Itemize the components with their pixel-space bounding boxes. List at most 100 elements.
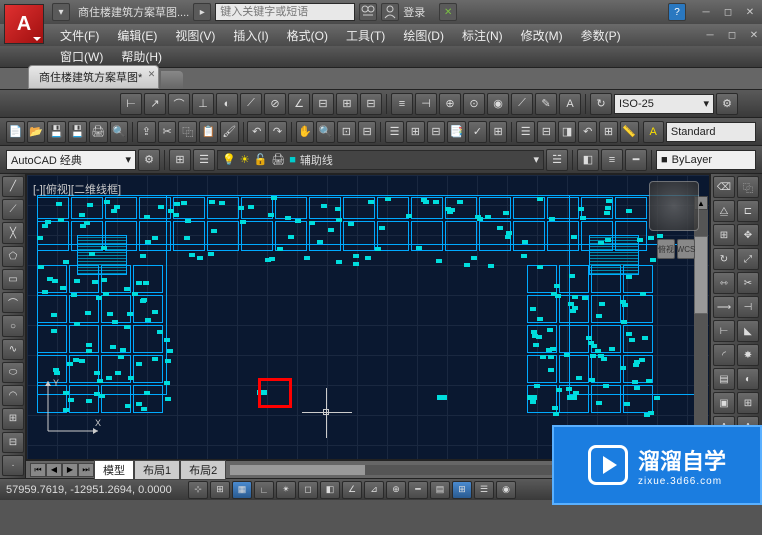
table-icon[interactable]: ⊞: [737, 392, 759, 414]
bylayer-dropdown[interactable]: ■ ByLayer: [656, 150, 756, 170]
menu-param[interactable]: 参数(P): [573, 25, 629, 46]
erase-icon[interactable]: ⌫: [713, 176, 735, 198]
layer-state-icon[interactable]: ⊟: [537, 121, 556, 143]
rectangle-icon[interactable]: ▭: [2, 269, 24, 290]
offset-icon[interactable]: ⊏: [737, 200, 759, 222]
linetype-icon[interactable]: ≡: [601, 149, 623, 171]
qat-dropdown[interactable]: ▾: [52, 3, 70, 21]
design-center-icon[interactable]: ⊞: [406, 121, 425, 143]
layout-prev-icon[interactable]: ◀: [46, 463, 62, 477]
text-style-dropdown[interactable]: Standard: [666, 122, 756, 142]
dim-radius-icon[interactable]: ◐: [216, 93, 238, 115]
workspace-dropdown[interactable]: AutoCAD 经典▾: [6, 150, 136, 170]
am-icon[interactable]: ◉: [496, 481, 516, 499]
quickcalc-icon[interactable]: ⊞: [489, 121, 508, 143]
join-icon[interactable]: ⊢: [713, 320, 735, 342]
dim-aligned-icon[interactable]: ↗: [144, 93, 166, 115]
layer-filter-icon[interactable]: ⊞: [169, 149, 191, 171]
undo-icon[interactable]: ↶: [247, 121, 266, 143]
color-control-icon[interactable]: ◧: [577, 149, 599, 171]
text-style-icon[interactable]: A: [643, 121, 664, 143]
centermark-icon[interactable]: ⊙: [463, 93, 485, 115]
dim-style-manager-icon[interactable]: ⚙: [716, 93, 738, 115]
fillet-icon[interactable]: ◜: [713, 344, 735, 366]
properties-icon[interactable]: ☰: [385, 121, 404, 143]
mirror-icon[interactable]: ⧋: [713, 200, 735, 222]
stretch-icon[interactable]: ⇿: [713, 272, 735, 294]
dim-angular-icon[interactable]: ∠: [288, 93, 310, 115]
login-icon[interactable]: [381, 3, 399, 21]
menu-file[interactable]: 文件(F): [52, 25, 107, 46]
polar-icon[interactable]: ✴: [276, 481, 296, 499]
tolerance-icon[interactable]: ⊕: [439, 93, 461, 115]
saveas-icon[interactable]: 💾: [68, 121, 87, 143]
drawing-canvas[interactable]: [-][俯视][二维线框] /*placeholder*/ 俯视 WCS X: [26, 174, 710, 460]
menu-draw[interactable]: 绘图(D): [395, 25, 452, 46]
dim-arc-icon[interactable]: ⌒: [168, 93, 190, 115]
layer-prop-icon[interactable]: ☰: [516, 121, 535, 143]
ellipse-icon[interactable]: ⬭: [2, 362, 24, 383]
menu-edit[interactable]: 编辑(E): [109, 25, 165, 46]
nav-wcs[interactable]: WCS: [677, 239, 695, 259]
snap-icon[interactable]: ⊞: [210, 481, 230, 499]
menu-insert[interactable]: 插入(I): [225, 25, 276, 46]
layer-match-icon[interactable]: ☱: [546, 149, 568, 171]
cut-icon[interactable]: ✂: [158, 121, 177, 143]
dim-style-dropdown[interactable]: ISO-25▾: [614, 94, 714, 114]
doc-restore-button[interactable]: ◻: [724, 28, 740, 42]
menu-view[interactable]: 视图(V): [167, 25, 223, 46]
insert-block-icon[interactable]: ⊞: [2, 408, 24, 429]
tab-layout2[interactable]: 布局2: [180, 460, 226, 480]
dim-text-edit-icon[interactable]: A: [559, 93, 581, 115]
rotate-icon[interactable]: ↻: [713, 248, 735, 270]
ellipse-arc-icon[interactable]: ◠: [2, 385, 24, 406]
block-icon[interactable]: ⊞: [599, 121, 618, 143]
hscroll-thumb[interactable]: [230, 465, 364, 475]
polygon-icon[interactable]: ⬠: [2, 246, 24, 267]
login-label[interactable]: 登录: [403, 4, 425, 20]
line-icon[interactable]: ╱: [2, 176, 24, 197]
make-block-icon[interactable]: ⊟: [2, 432, 24, 453]
layer-manager-icon[interactable]: ☰: [193, 149, 215, 171]
polyline-icon[interactable]: ⟋: [2, 199, 24, 220]
dim-continue-icon[interactable]: ⊟: [360, 93, 382, 115]
spline-icon[interactable]: ∿: [2, 339, 24, 360]
dim-ordinate-icon[interactable]: ⊥: [192, 93, 214, 115]
array-icon[interactable]: ⊞: [713, 224, 735, 246]
save-icon[interactable]: 💾: [47, 121, 66, 143]
title-drop-icon[interactable]: ▸: [193, 3, 211, 21]
doc-close-button[interactable]: ✕: [746, 28, 762, 42]
qp-icon[interactable]: ⊞: [452, 481, 472, 499]
chamfer-icon[interactable]: ◣: [737, 320, 759, 342]
exchange-icon[interactable]: ✕: [439, 3, 457, 21]
new-icon[interactable]: 📄: [6, 121, 25, 143]
menu-format[interactable]: 格式(O): [279, 25, 336, 46]
measure-icon[interactable]: 📏: [620, 121, 639, 143]
gradient-icon[interactable]: ◐: [737, 368, 759, 390]
menu-help[interactable]: 帮助(H): [113, 46, 170, 67]
layout-last-icon[interactable]: ⏭: [78, 463, 94, 477]
nav-home[interactable]: 俯视: [657, 239, 675, 259]
layout-first-icon[interactable]: ⏮: [30, 463, 46, 477]
doc-minimize-button[interactable]: ─: [702, 28, 718, 42]
region-icon[interactable]: ▣: [713, 392, 735, 414]
zoom-prev-icon[interactable]: ⊟: [358, 121, 377, 143]
ortho-icon[interactable]: ∟: [254, 481, 274, 499]
markup-icon[interactable]: ✓: [468, 121, 487, 143]
plot-icon[interactable]: 🖨: [89, 121, 108, 143]
dim-edit-icon[interactable]: ✎: [535, 93, 557, 115]
lineweight-icon[interactable]: ━: [625, 149, 647, 171]
new-tab-button[interactable]: [161, 71, 183, 89]
hatch-icon[interactable]: ▤: [713, 368, 735, 390]
dim-jogged-icon[interactable]: ⟋: [240, 93, 262, 115]
close-button[interactable]: ✕: [742, 5, 758, 19]
search-button[interactable]: [359, 3, 377, 21]
help-icon[interactable]: ?: [668, 3, 686, 21]
scale-icon[interactable]: ⤢: [737, 248, 759, 270]
dim-diameter-icon[interactable]: ⊘: [264, 93, 286, 115]
redo-icon[interactable]: ↷: [268, 121, 287, 143]
minimize-button[interactable]: ─: [698, 5, 714, 19]
tab-layout1[interactable]: 布局1: [134, 460, 180, 480]
sc-icon[interactable]: ☰: [474, 481, 494, 499]
menu-dimension[interactable]: 标注(N): [454, 25, 511, 46]
